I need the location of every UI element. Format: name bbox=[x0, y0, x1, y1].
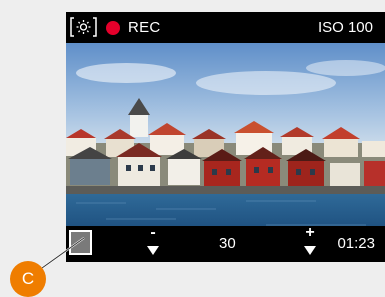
arrow-down-icon bbox=[147, 246, 159, 255]
iso-label[interactable]: ISO 100 bbox=[318, 19, 373, 36]
minus-icon: - bbox=[150, 224, 156, 241]
plus-icon: + bbox=[305, 224, 315, 241]
callout-badge: C bbox=[10, 261, 46, 297]
viewfinder-image bbox=[66, 43, 385, 238]
increase-button[interactable]: + bbox=[303, 224, 317, 260]
record-indicator-icon bbox=[106, 21, 120, 35]
recording-time: 01:23 bbox=[337, 235, 375, 252]
rec-label: REC bbox=[128, 19, 161, 36]
decrease-button[interactable]: - bbox=[146, 224, 160, 260]
camera-display: REC ISO 100 bbox=[66, 12, 385, 258]
top-status-bar: REC ISO 100 bbox=[66, 12, 385, 43]
value-readout: 30 bbox=[219, 235, 236, 252]
thumbnail-preview-button[interactable] bbox=[69, 230, 92, 255]
arrow-down-icon bbox=[304, 246, 316, 255]
sun-icon[interactable] bbox=[70, 17, 97, 37]
bottom-control-bar: - 30 + 01:23 bbox=[66, 224, 385, 262]
